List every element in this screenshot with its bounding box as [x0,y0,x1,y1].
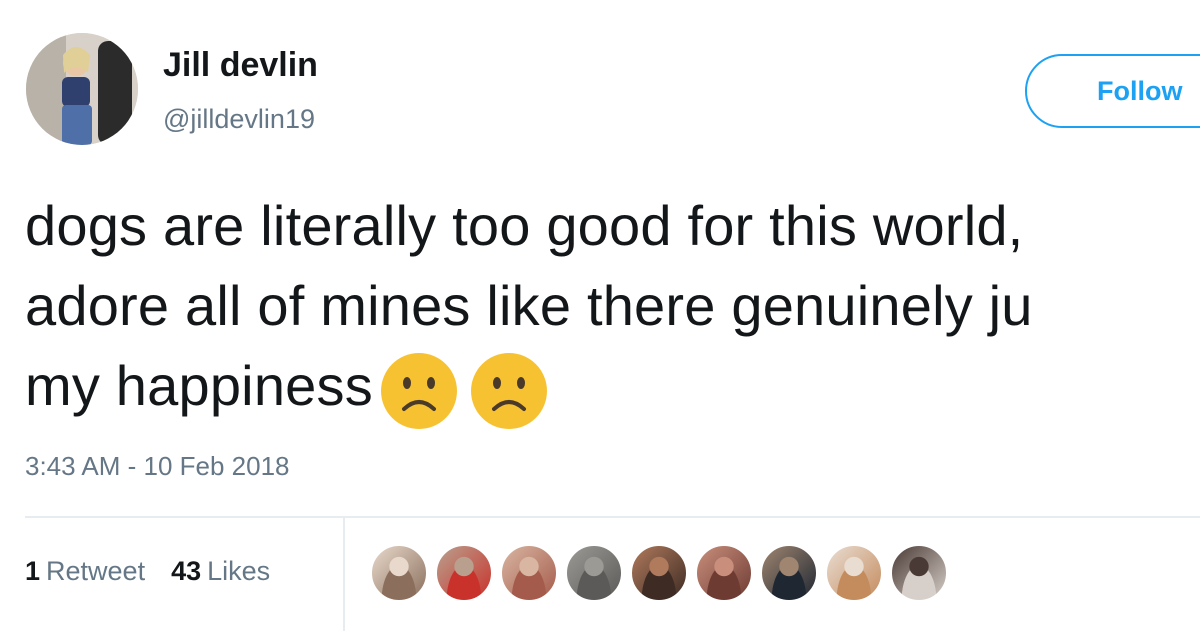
liker-avatar-3[interactable] [500,544,558,602]
liker-avatar-1[interactable] [370,544,428,602]
retweet-count: 1 [25,556,41,586]
tweet-text-line: adore all of mines like there genuinely … [25,274,1033,337]
follow-button[interactable]: Follow [1025,54,1200,128]
author-handle[interactable]: @jilldevlin19 [163,104,315,135]
likes-label: Likes [207,556,271,586]
tweet-text-line-with-emoji: my happiness [25,346,1033,429]
frowning-face-emoji-icon [380,353,457,429]
profile-photo-icon [26,33,138,145]
stats-divider [343,518,345,631]
liker-avatars [370,544,955,604]
tweet-stats: 1 Retweet 43 Likes [25,556,270,587]
frowning-face-emoji-icon [470,353,547,429]
liker-avatar-5[interactable] [630,544,688,602]
liker-avatar-6[interactable] [695,544,753,602]
tweet-text: dogs are literally too good for this wor… [25,186,1033,429]
liker-avatar-9[interactable] [890,544,948,602]
likes-count-link[interactable]: 43 Likes [171,556,270,587]
likes-count: 43 [171,556,202,586]
follow-button-label: Follow [1097,75,1183,106]
liker-avatar-2[interactable] [435,544,493,602]
tweet-timestamp[interactable]: 3:43 AM - 10 Feb 2018 [25,451,290,482]
tweet-text-segment: my happiness [25,354,373,417]
author-display-name[interactable]: Jill devlin [163,46,318,85]
tweet-card: Jill devlin @jilldevlin19 Follow dogs ar… [0,0,1200,631]
author-avatar[interactable] [26,33,138,145]
divider [25,516,1200,518]
tweet-text-line: dogs are literally too good for this wor… [25,194,1024,257]
retweet-count-link[interactable]: 1 Retweet [25,556,145,587]
liker-avatar-4[interactable] [565,544,623,602]
liker-avatar-7[interactable] [760,544,818,602]
liker-avatar-8[interactable] [825,544,883,602]
retweet-label: Retweet [46,556,146,586]
